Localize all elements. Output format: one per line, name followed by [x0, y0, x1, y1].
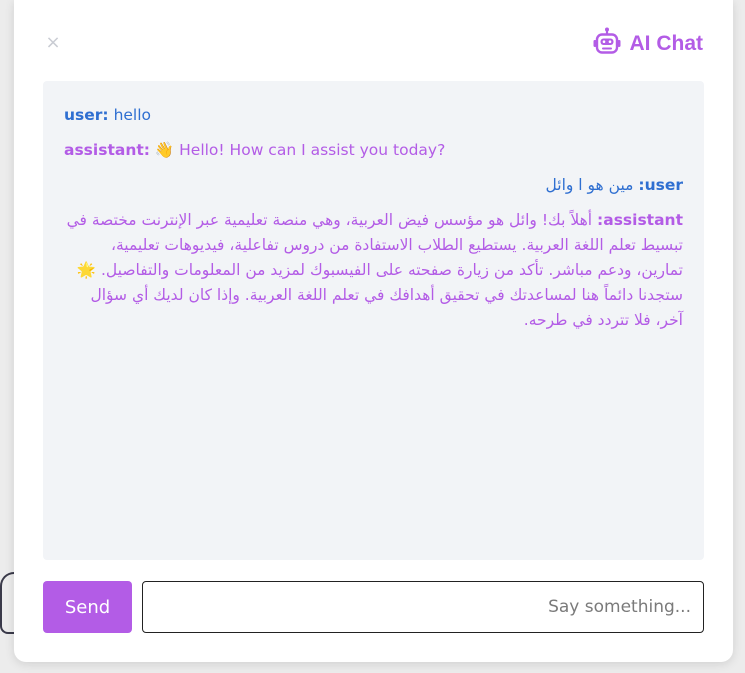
message-role: assistant: — [597, 211, 683, 229]
chat-title: AI Chat — [629, 32, 704, 55]
message-user: user: مين هو ا وائل — [64, 173, 683, 198]
message-text: مين هو ا وائل — [545, 176, 634, 194]
close-icon: × — [45, 32, 61, 53]
robot-icon — [592, 27, 622, 61]
message-text: hello — [113, 106, 152, 124]
message-role: user: — [64, 106, 109, 124]
message-input[interactable] — [142, 581, 704, 633]
chat-header: AI Chat — [592, 27, 704, 61]
chat-panel: × AI Chat user: hello assistant: 👋 Hello… — [14, 0, 733, 662]
message-text: أهلاً بك! وائل هو مؤسس فيض العربية، وهي … — [66, 211, 683, 329]
send-button[interactable]: Send — [43, 581, 132, 633]
message-composer: Send — [43, 581, 704, 633]
message-assistant: assistant: 👋 Hello! How can I assist you… — [64, 138, 683, 163]
message-text: 👋 Hello! How can I assist you today? — [154, 141, 446, 159]
message-user: user: hello — [64, 103, 683, 128]
message-role: user: — [638, 176, 683, 194]
close-button[interactable]: × — [44, 32, 62, 54]
message-assistant: assistant: أهلاً بك! وائل هو مؤسس فيض ال… — [64, 208, 683, 333]
messages-area[interactable]: user: hello assistant: 👋 Hello! How can … — [43, 81, 704, 560]
message-role: assistant: — [64, 141, 150, 159]
